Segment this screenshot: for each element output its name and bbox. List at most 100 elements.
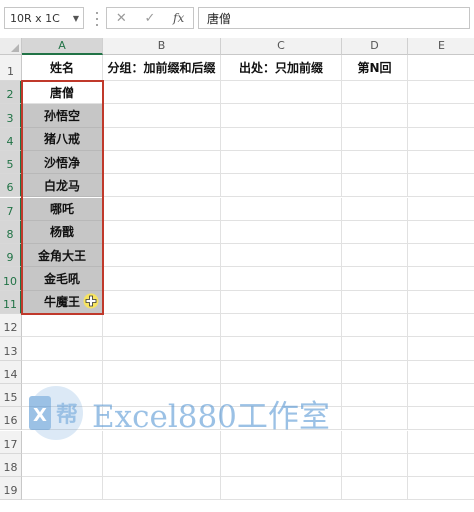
cell-e9[interactable] [408,244,474,268]
cell-a1[interactable]: 姓名 [22,55,103,81]
cell-d10[interactable] [342,267,408,291]
column-header-b[interactable]: B [103,38,221,55]
column-header-a[interactable]: A [22,38,103,55]
cell-b10[interactable] [103,267,221,291]
row-header-2[interactable]: 2 [0,81,22,105]
column-header-c[interactable]: C [221,38,342,55]
cell-d9[interactable] [342,244,408,268]
cell-e7[interactable] [408,198,474,221]
cell-e1[interactable] [408,55,474,81]
cell-a3[interactable]: 孙悟空 [22,104,103,128]
cell-b2[interactable] [103,81,221,105]
cell-b1[interactable]: 分组：加前缀和后缀 [103,55,221,81]
cell-c12[interactable] [221,314,342,338]
cell-b14[interactable] [103,360,221,384]
cell-a6[interactable]: 白龙马 [22,174,103,198]
cell-e11[interactable] [408,291,474,314]
cell-a18[interactable] [22,453,103,478]
cell-c14[interactable] [221,360,342,384]
cell-d16[interactable] [342,407,408,431]
cell-b13[interactable] [103,337,221,361]
cell-b18[interactable] [103,453,221,478]
cell-e2[interactable] [408,81,474,105]
cell-b3[interactable] [103,104,221,128]
cell-b4[interactable] [103,127,221,151]
row-header-5[interactable]: 5 [0,150,22,175]
cell-e5[interactable] [408,151,474,175]
chevron-down-icon[interactable]: ▼ [69,14,83,23]
row-header-12[interactable]: 12 [0,314,22,338]
row-header-11[interactable]: 11 [0,290,22,314]
drag-handle-icon[interactable] [96,12,99,26]
cell-b8[interactable] [103,220,221,245]
cell-e19[interactable] [408,477,474,501]
column-header-d[interactable]: D [342,38,408,55]
cell-d18[interactable] [342,453,408,478]
cell-d1[interactable]: 第N回 [342,55,408,81]
enter-icon[interactable]: ✓ [140,9,160,27]
cell-b11[interactable] [103,290,221,314]
row-header-3[interactable]: 3 [0,104,22,128]
row-header-8[interactable]: 8 [0,220,22,245]
row-header-4[interactable]: 4 [0,127,22,151]
cell-c6[interactable] [221,174,342,198]
cell-c3[interactable] [221,104,342,128]
cell-d17[interactable] [342,430,408,454]
cell-a19[interactable] [22,477,103,501]
cell-b19[interactable] [103,477,221,501]
cell-a4[interactable]: 猪八戒 [22,127,103,151]
cell-d5[interactable] [342,150,408,175]
cell-d13[interactable] [342,337,408,361]
cell-a14[interactable] [22,360,103,384]
cell-b12[interactable] [103,314,221,338]
row-header-16[interactable]: 16 [0,407,22,431]
cell-c18[interactable] [221,453,342,478]
cell-e16[interactable] [408,407,474,431]
cell-d6[interactable] [342,174,408,198]
cell-a12[interactable] [22,314,103,338]
cell-d7[interactable] [342,197,408,221]
cell-d19[interactable] [342,477,408,501]
cell-d14[interactable] [342,360,408,384]
cell-e18[interactable] [408,454,474,478]
name-box[interactable]: 10R x 1C ▼ [4,7,84,29]
cell-e4[interactable] [408,128,474,151]
row-header-6[interactable]: 6 [0,174,22,198]
cell-e8[interactable] [408,221,474,245]
cell-b6[interactable] [103,174,221,198]
cell-d11[interactable] [342,290,408,314]
row-header-10[interactable]: 10 [0,267,22,291]
cell-d15[interactable] [342,383,408,408]
cell-b9[interactable] [103,244,221,268]
cell-c9[interactable] [221,244,342,268]
cell-a5[interactable]: 沙悟净 [22,150,103,175]
cell-d2[interactable] [342,81,408,105]
row-header-9[interactable]: 9 [0,244,22,268]
cell-e10[interactable] [408,267,474,291]
cell-a9[interactable]: 金角大王 [22,244,103,268]
cell-e3[interactable] [408,104,474,128]
formula-input[interactable]: 唐僧 [198,7,470,29]
cell-c2[interactable] [221,81,342,105]
cell-c4[interactable] [221,127,342,151]
cell-d12[interactable] [342,314,408,338]
cell-c5[interactable] [221,150,342,175]
select-all-button[interactable] [0,38,22,55]
cell-c19[interactable] [221,477,342,501]
row-header-1[interactable]: 1 [0,55,22,81]
cell-e15[interactable] [408,384,474,408]
cell-a2[interactable]: 唐僧 [22,81,103,105]
cell-a13[interactable] [22,337,103,361]
cell-b5[interactable] [103,150,221,175]
row-header-14[interactable]: 14 [0,360,22,384]
column-header-e[interactable]: E [408,38,474,55]
cell-d4[interactable] [342,127,408,151]
cell-e12[interactable] [408,314,474,338]
cell-a7[interactable]: 哪吒 [22,197,103,221]
cell-a11[interactable]: 牛魔王 [22,290,103,314]
cell-c7[interactable] [221,197,342,221]
row-header-18[interactable]: 18 [0,453,22,478]
cell-e17[interactable] [408,431,474,454]
cell-d3[interactable] [342,104,408,128]
cell-b7[interactable] [103,197,221,221]
